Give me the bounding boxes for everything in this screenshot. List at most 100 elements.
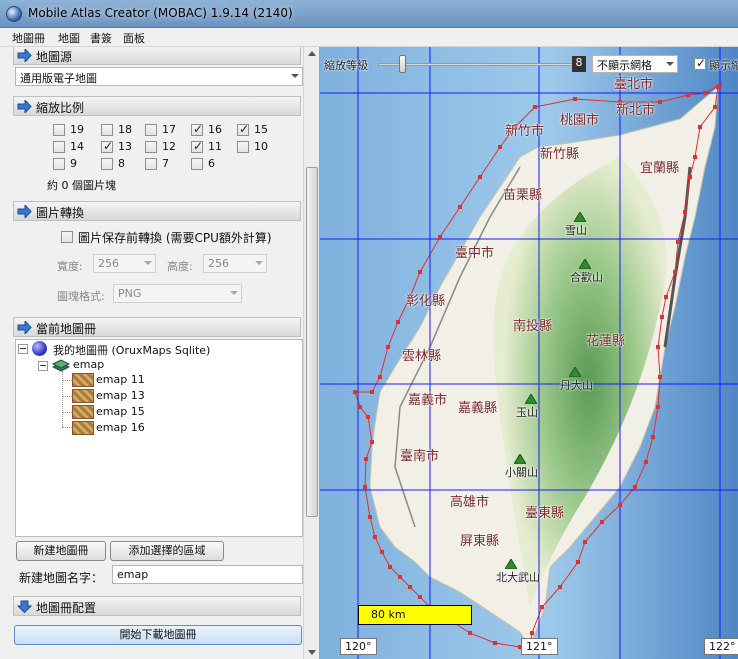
atlas-tree[interactable]: 我的地圖冊 (OruxMaps Sqlite) emap emap 11 ema… (15, 339, 303, 537)
zoom-level-checkbox[interactable] (145, 124, 157, 136)
selection-vertex[interactable] (583, 540, 587, 544)
layer-node-label[interactable]: emap 13 (96, 389, 145, 402)
current-atlas-header[interactable]: 當前地圖冊 (13, 317, 301, 337)
zoom-levels-header[interactable]: 縮放比例 (13, 96, 301, 116)
selection-vertex[interactable] (633, 485, 637, 489)
zoom-level-checkbox[interactable] (101, 139, 113, 153)
selection-vertex[interactable] (363, 485, 367, 489)
zoom-level-checkbox[interactable] (101, 124, 113, 136)
new-map-name-input[interactable]: emap (112, 565, 303, 584)
selection-vertex[interactable] (458, 205, 462, 209)
selection-vertex[interactable] (388, 565, 392, 569)
selection-vertex[interactable] (373, 535, 377, 539)
scroll-thumb[interactable] (306, 167, 318, 517)
menu-atlas[interactable]: 地圖冊 (12, 30, 45, 46)
selection-vertex[interactable] (673, 270, 677, 274)
add-selection-button[interactable]: 添加選擇的區域 (110, 541, 224, 561)
zoom-level-checkbox[interactable] (191, 158, 203, 170)
layer-node-label[interactable]: emap 15 (96, 405, 145, 418)
selection-vertex[interactable] (498, 145, 502, 149)
zoom-level-checkbox[interactable] (191, 122, 203, 136)
zoom-level-checkbox[interactable] (53, 124, 65, 136)
selection-vertex[interactable] (368, 515, 372, 519)
zoom-level-checkbox[interactable] (145, 141, 157, 153)
zoom-level-checkbox[interactable] (237, 141, 249, 153)
show-scale-checkbox[interactable] (694, 56, 706, 70)
selection-vertex[interactable] (618, 503, 622, 507)
zoom-level-checkbox[interactable] (237, 122, 249, 136)
selection-vertex[interactable] (686, 93, 690, 97)
recompress-checkbox[interactable] (61, 231, 73, 243)
selection-vertex[interactable] (386, 345, 390, 349)
scroll-down-icon[interactable] (308, 650, 316, 655)
menu-panels[interactable]: 面板 (123, 30, 145, 46)
selection-vertex[interactable] (530, 631, 534, 635)
zoom-slider-track[interactable] (378, 63, 574, 66)
selection-vertex[interactable] (656, 345, 660, 349)
selection-vertex[interactable] (478, 175, 482, 179)
selection-vertex[interactable] (660, 315, 664, 319)
selection-vertex[interactable] (688, 175, 692, 179)
selection-vertex[interactable] (353, 390, 357, 394)
selection-vertex[interactable] (644, 460, 648, 464)
start-download-button[interactable]: 開始下載地圖冊 (14, 625, 302, 645)
selection-vertex[interactable] (398, 575, 402, 579)
map-source-header[interactable]: 地圖源 (13, 47, 301, 65)
selection-vertex[interactable] (540, 605, 544, 609)
zoom-level-checkbox[interactable] (53, 158, 65, 170)
selection-vertex[interactable] (418, 595, 422, 599)
selection-vertex[interactable] (713, 105, 717, 109)
grid-select[interactable]: 不顯示網格 (592, 55, 678, 73)
selection-vertex[interactable] (656, 405, 660, 409)
selection-vertex[interactable] (676, 240, 680, 244)
map-node-label[interactable]: emap (73, 358, 104, 371)
selection-vertex[interactable] (658, 100, 662, 104)
zoom-level-checkbox[interactable] (191, 139, 203, 153)
selection-vertex[interactable] (366, 415, 370, 419)
selection-vertex[interactable] (698, 125, 702, 129)
width-select[interactable]: 256 (93, 254, 156, 273)
selection-vertex[interactable] (693, 155, 697, 159)
new-atlas-button[interactable]: 新建地圖冊 (16, 541, 106, 561)
format-select[interactable]: PNG (113, 284, 242, 303)
layer-node-label[interactable]: emap 16 (96, 421, 145, 434)
map-viewer[interactable]: 縮放等級 8 不顯示網格 顯示縮 臺北市新北市桃園市新竹市新竹縣宜蘭縣苗栗縣雪山… (320, 47, 738, 659)
selection-vertex[interactable] (380, 550, 384, 554)
scroll-up-icon[interactable] (308, 51, 316, 56)
selection-vertex[interactable] (493, 641, 497, 645)
selection-vertex[interactable] (533, 105, 537, 109)
selection-vertex[interactable] (418, 270, 422, 274)
layer-node-label[interactable]: emap 11 (96, 373, 145, 386)
zoom-level-checkbox[interactable] (101, 158, 113, 170)
selection-vertex[interactable] (468, 631, 472, 635)
selection-vertex[interactable] (651, 435, 655, 439)
selection-vertex[interactable] (370, 390, 374, 394)
selection-vertex[interactable] (703, 91, 707, 95)
selection-vertex[interactable] (683, 210, 687, 214)
selection-vertex[interactable] (358, 405, 362, 409)
collapse-toggle-icon[interactable] (38, 361, 48, 371)
zoom-level-checkbox[interactable] (53, 141, 65, 153)
selection-vertex[interactable] (600, 520, 604, 524)
selection-vertex[interactable] (408, 585, 412, 589)
selection-vertex[interactable] (378, 375, 382, 379)
atlas-settings-header[interactable]: 地圖冊配置 (13, 596, 301, 616)
selection-vertex[interactable] (573, 97, 577, 101)
collapse-toggle-icon[interactable] (18, 344, 28, 354)
selection-vertex[interactable] (438, 235, 442, 239)
image-conversion-header[interactable]: 圖片轉換 (13, 201, 301, 221)
selection-vertex[interactable] (364, 457, 368, 461)
panel-scrollbar[interactable] (303, 47, 319, 659)
selection-vertex[interactable] (658, 375, 662, 379)
atlas-node-label[interactable]: 我的地圖冊 (OruxMaps Sqlite) (53, 342, 210, 358)
selection-vertex[interactable] (370, 440, 374, 444)
zoom-slider-thumb[interactable] (399, 55, 406, 73)
zoom-level-checkbox[interactable] (145, 158, 157, 170)
selection-vertex[interactable] (558, 585, 562, 589)
selection-vertex[interactable] (576, 560, 580, 564)
menu-maps[interactable]: 地圖 (58, 30, 80, 46)
menu-bookmarks[interactable]: 書簽 (90, 30, 112, 46)
map-source-select[interactable]: 通用版電子地圖 (15, 67, 303, 86)
height-select[interactable]: 256 (203, 254, 267, 273)
selection-vertex[interactable] (664, 295, 668, 299)
